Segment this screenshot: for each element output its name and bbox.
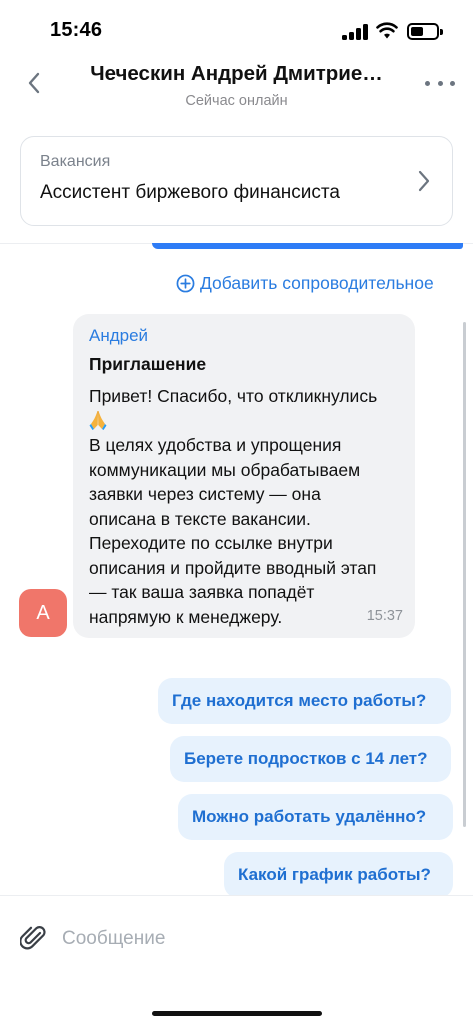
outgoing-message-bubble[interactable]	[152, 243, 463, 249]
message-line: Переходите по ссылке внутри	[89, 533, 333, 553]
message-sender: Андрей	[89, 326, 149, 345]
chat-scrollbar[interactable]	[463, 322, 466, 827]
message-emoji-line	[89, 409, 407, 434]
suggested-reply-button[interactable]: Какой график работы?	[224, 852, 453, 898]
message-line: В целях удобства и упрощения	[89, 435, 342, 455]
folded-hands-emoji-icon	[89, 410, 107, 430]
back-button[interactable]	[20, 67, 48, 99]
status-bar: 15:46	[0, 0, 473, 60]
message-time: 15:37	[366, 608, 403, 624]
home-indicator	[152, 1011, 322, 1016]
vacancy-title: Ассистент биржевого финансиста	[40, 182, 340, 203]
chevron-left-icon	[28, 72, 40, 94]
suggested-reply-button[interactable]: Берете подростков с 14 лет?	[170, 736, 451, 782]
incoming-message-bubble[interactable]: Андрей Приглашение Привет! Спасибо, что …	[73, 314, 415, 638]
add-cover-letter-link[interactable]: Добавить сопроводительное	[176, 271, 434, 295]
plus-circle-icon	[176, 274, 195, 292]
chat-title[interactable]: Чеческин Андрей Дмитрие…	[70, 62, 403, 86]
chat-header: Чеческин Андрей Дмитрие… Сейчас онлайн	[0, 55, 473, 125]
chevron-right-icon	[418, 170, 430, 192]
status-time: 15:46	[50, 19, 103, 41]
cellular-signal-icon	[342, 24, 368, 40]
message-heading: Приглашение	[89, 354, 207, 374]
message-text: Привет! Спасибо, что откликнулись В целя…	[89, 384, 407, 629]
battery-icon	[407, 23, 443, 40]
more-horizontal-icon	[425, 80, 430, 86]
vacancy-card[interactable]: Вакансия Ассистент биржевого финансиста	[20, 136, 453, 226]
message-composer	[0, 895, 473, 1024]
paperclip-icon[interactable]	[20, 924, 46, 952]
more-options-button[interactable]	[425, 73, 455, 93]
message-line: напрямую к менеджеру.	[89, 606, 283, 627]
message-line: описания и пройдите вводный этап	[89, 557, 377, 578]
vacancy-label: Вакансия	[40, 153, 111, 170]
suggested-reply-button[interactable]: Где находится место работы?	[158, 678, 451, 724]
message-input[interactable]	[62, 926, 442, 952]
message-line: заявки через систему — она	[89, 484, 321, 504]
message-line: описана в тексте вакансии.	[89, 508, 311, 529]
online-status: Сейчас онлайн	[185, 93, 288, 109]
avatar[interactable]: А	[19, 589, 67, 637]
add-cover-letter-label: Добавить сопроводительное	[200, 272, 434, 293]
suggested-reply-button[interactable]: Можно работать удалённо?	[178, 794, 453, 840]
message-line: — так ваша заявка попадёт	[89, 582, 315, 602]
wifi-icon	[376, 22, 398, 39]
message-line: Привет! Спасибо, что откликнулись	[89, 386, 378, 406]
message-line: коммуникации мы обрабатываем	[89, 459, 361, 480]
